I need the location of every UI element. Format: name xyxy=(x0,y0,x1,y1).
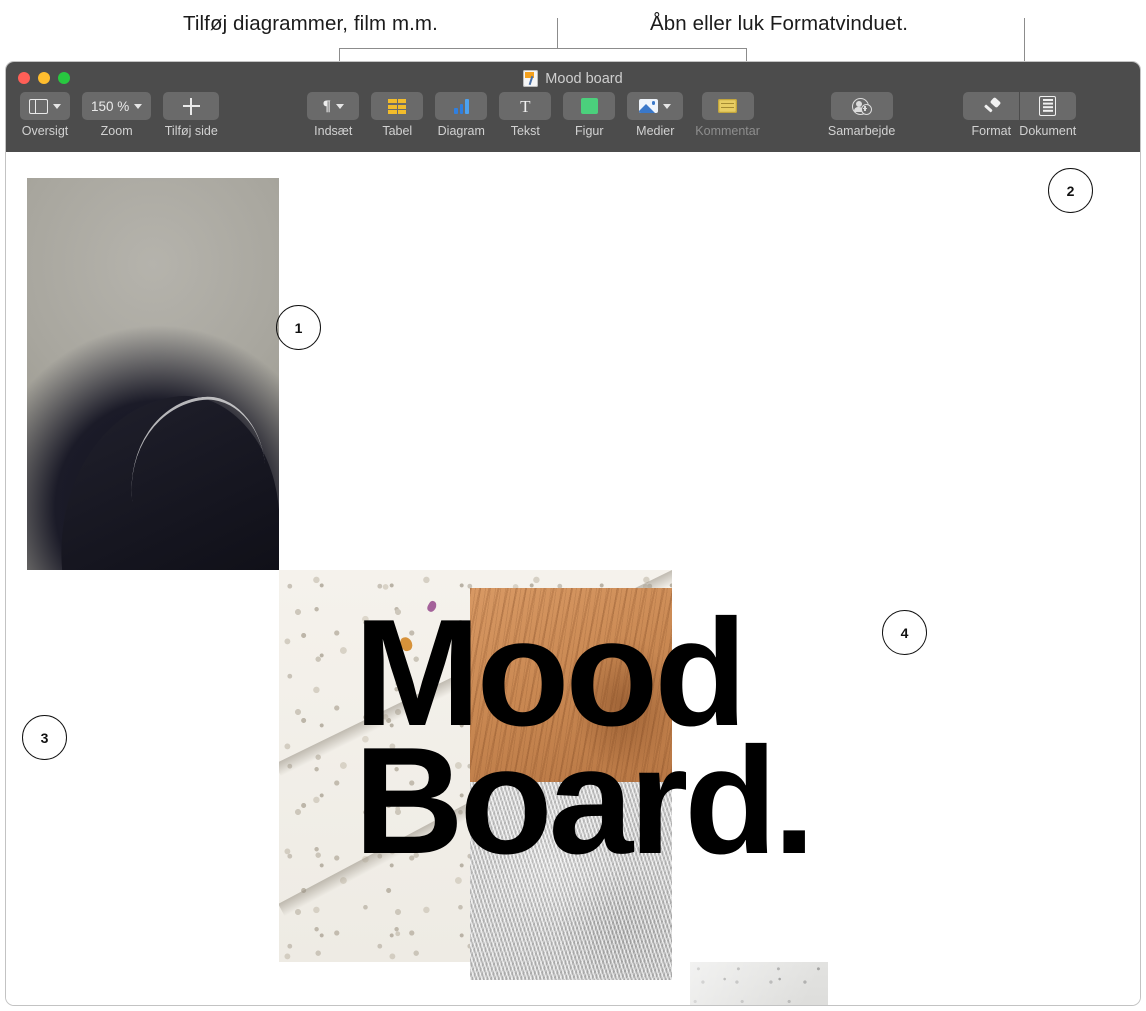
callout-leader-1-vertical xyxy=(557,18,558,48)
pages-app-window: Mood board Oversigt 150 % Zoom Tilføj si… xyxy=(6,62,1140,1005)
document-button-label: Dokument xyxy=(1019,124,1077,138)
badge-4[interactable]: 4 xyxy=(882,610,927,655)
badge-number: 2 xyxy=(1066,182,1075,199)
comment-label: Kommentar xyxy=(695,124,760,138)
toolbar-left-group: Oversigt 150 % Zoom Tilføj side xyxy=(14,92,225,138)
shape-label: Figur xyxy=(575,124,604,138)
document-title: Mood board xyxy=(6,70,1140,87)
callout-leader-1-right-tick xyxy=(746,48,747,62)
toolbar-center-group: ¶ Indsæt Tabel Diagram T Tekst Figur Med… xyxy=(301,92,766,138)
callout-add-charts-text: Tilføj diagrammer, film m.m. xyxy=(183,12,438,35)
zoom-button[interactable]: 150 % xyxy=(82,92,152,120)
chevron-down-icon xyxy=(53,103,61,109)
add-page-button[interactable] xyxy=(163,92,220,120)
toolbar-item-zoom[interactable]: 150 % Zoom xyxy=(82,92,152,138)
toolbar-item-view[interactable]: Oversigt xyxy=(20,92,70,138)
toolbar-item-format[interactable]: Format xyxy=(963,92,1020,138)
toolbar-item-document[interactable]: Dokument xyxy=(1019,92,1077,138)
toolbar: Oversigt 150 % Zoom Tilføj side ¶ Indsæt… xyxy=(6,92,1140,152)
badge-number: 3 xyxy=(40,729,49,746)
sidebar-icon xyxy=(29,98,48,114)
chart-button[interactable] xyxy=(435,92,488,120)
badge-3[interactable]: 3 xyxy=(22,715,67,760)
table-label: Tabel xyxy=(382,124,413,138)
toolbar-item-add-page[interactable]: Tilføj side xyxy=(163,92,220,138)
insert-button[interactable]: ¶ xyxy=(307,92,360,120)
collaborate-button[interactable] xyxy=(830,92,893,120)
document-title-text: Mood board xyxy=(545,70,623,87)
page-title[interactable]: Mood Board. xyxy=(354,597,815,877)
toolbar-item-collaborate[interactable]: Samarbejde xyxy=(828,92,895,138)
format-button[interactable] xyxy=(963,92,1020,120)
callout-leader-1-left-tick xyxy=(339,48,340,62)
insert-label: Indsæt xyxy=(314,124,353,138)
comment-button[interactable] xyxy=(701,92,754,120)
toolbar-item-chart[interactable]: Diagram xyxy=(435,92,488,138)
bar-chart-icon xyxy=(454,98,469,114)
collaborate-label: Samarbejde xyxy=(827,124,896,138)
toolbar-item-table[interactable]: Tabel xyxy=(371,92,424,138)
toolbar-item-media[interactable]: Medier xyxy=(627,92,684,138)
callout-leader-1-horizontal xyxy=(339,48,558,49)
table-icon xyxy=(388,99,407,114)
view-button[interactable] xyxy=(20,92,70,120)
toolbar-item-text[interactable]: T Tekst xyxy=(499,92,552,138)
text-button[interactable]: T xyxy=(499,92,552,120)
badge-number: 1 xyxy=(294,319,303,336)
zoom-label: Zoom xyxy=(100,124,133,138)
pilcrow-icon: ¶ xyxy=(322,97,331,114)
chevron-down-icon xyxy=(134,103,143,109)
text-box-icon: T xyxy=(520,96,531,116)
chart-label: Diagram xyxy=(437,124,485,138)
zoom-value: 150 % xyxy=(91,98,130,114)
view-label: Oversigt xyxy=(21,124,69,138)
image-black-chair[interactable] xyxy=(27,178,279,570)
collaborate-icon xyxy=(851,97,872,115)
badge-2[interactable]: 2 xyxy=(1048,168,1093,213)
plus-icon xyxy=(182,97,200,115)
media-button[interactable] xyxy=(627,92,684,120)
shape-button[interactable] xyxy=(563,92,616,120)
format-brush-icon xyxy=(982,96,1002,115)
chevron-down-icon xyxy=(335,103,344,109)
mood-board-layout: 1 — Terrazzo Floors 2 — Pop Color 3 — Wa… xyxy=(22,168,1119,1005)
media-image-icon xyxy=(639,99,659,113)
document-canvas[interactable]: 1 — Terrazzo Floors 2 — Pop Color 3 — Wa… xyxy=(6,152,1140,1005)
badge-number: 4 xyxy=(900,624,909,641)
shape-icon xyxy=(580,98,598,114)
chevron-down-icon xyxy=(663,103,672,109)
window-titlebar: Mood board Oversigt 150 % Zoom Tilføj si… xyxy=(6,62,1140,152)
media-label: Medier xyxy=(636,124,675,138)
callout-leader-1-horizontal-right xyxy=(557,48,747,49)
badge-1[interactable]: 1 xyxy=(276,305,321,350)
toolbar-item-insert[interactable]: ¶ Indsæt xyxy=(307,92,360,138)
image-concrete-wall[interactable] xyxy=(690,962,828,1005)
toolbar-collab-group: Samarbejde xyxy=(822,92,901,138)
comment-icon xyxy=(718,99,738,113)
pages-document-icon xyxy=(523,70,539,87)
document-icon xyxy=(1039,96,1057,116)
format-label: Format xyxy=(971,124,1012,138)
toolbar-item-comment[interactable]: Kommentar xyxy=(695,92,760,138)
toolbar-right-group: Format Dokument xyxy=(957,92,1082,138)
callout-format-panel-text: Åbn eller luk Formatvinduet. xyxy=(650,12,909,35)
table-button[interactable] xyxy=(371,92,424,120)
add-page-label: Tilføj side xyxy=(164,124,218,138)
document-button[interactable] xyxy=(1020,92,1077,120)
text-label: Tekst xyxy=(510,124,540,138)
toolbar-item-shape[interactable]: Figur xyxy=(563,92,616,138)
